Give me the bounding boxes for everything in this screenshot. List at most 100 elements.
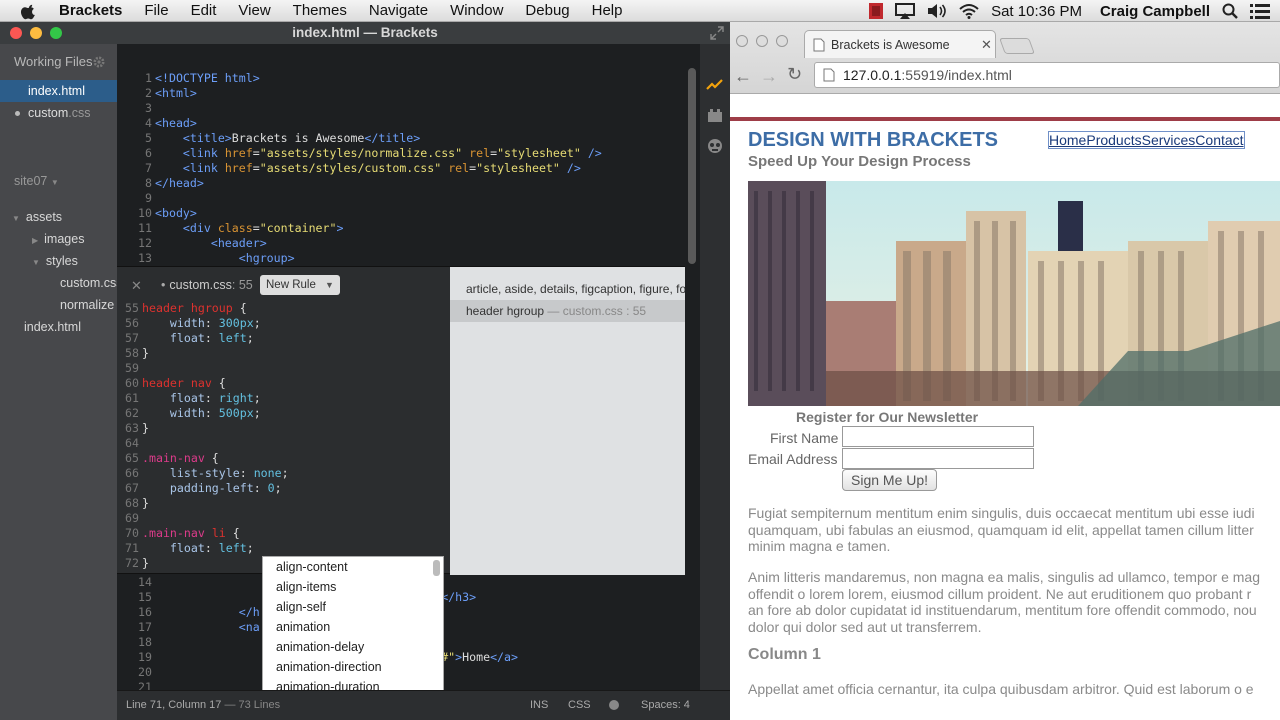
code-line[interactable]: 65 .main-nav { xyxy=(117,451,289,466)
theseus-debugger-icon[interactable] xyxy=(706,137,724,155)
menu-themes[interactable]: Themes xyxy=(282,0,358,22)
tree-file-normalize-css[interactable]: normalize xyxy=(60,298,114,312)
language-selector[interactable]: CSS xyxy=(568,691,591,719)
code-text[interactable]: float: left; xyxy=(142,541,254,555)
code-hint-item[interactable]: align-self xyxy=(263,597,443,617)
code-line[interactable]: 3 xyxy=(117,101,602,116)
code-text[interactable]: header hgroup { xyxy=(142,301,247,315)
menu-view[interactable]: View xyxy=(227,0,281,22)
code-line[interactable]: 64 xyxy=(117,436,289,451)
linter-status-icon[interactable] xyxy=(609,700,619,710)
apple-icon[interactable] xyxy=(20,2,38,20)
code-line[interactable]: 61 float: right; xyxy=(117,391,289,406)
inline-file-link[interactable]: • custom.css: 55 xyxy=(161,278,253,292)
code-text[interactable]: list-style: none; xyxy=(142,466,289,480)
volume-icon[interactable] xyxy=(927,3,947,19)
tree-folder-assets[interactable]: ▼ assets xyxy=(12,210,62,224)
address-bar[interactable]: 127.0.0.1:55919/index.html xyxy=(814,62,1280,88)
code-text[interactable]: } xyxy=(142,346,149,360)
code-line[interactable]: 56 width: 300px; xyxy=(117,316,289,331)
code-line[interactable]: 59 xyxy=(117,361,289,376)
code-text[interactable]: </head> xyxy=(155,176,204,190)
code-text[interactable]: <!DOCTYPE html> xyxy=(155,71,260,85)
inline-code-lines[interactable]: 55 header hgroup {56 width: 300px; 57 floa… xyxy=(117,301,289,571)
email-input[interactable] xyxy=(842,448,1034,469)
code-text[interactable]: } xyxy=(142,496,149,510)
code-line[interactable]: 11 <div class="container"> xyxy=(117,221,602,236)
code-line[interactable]: 9 xyxy=(117,191,602,206)
nav-link-contact[interactable]: Contact xyxy=(1195,132,1243,148)
code-line[interactable]: 7 <link href="assets/styles/custom.css" … xyxy=(117,161,602,176)
notification-list-icon[interactable] xyxy=(1250,3,1270,19)
flag-icon[interactable] xyxy=(869,3,884,19)
code-text[interactable]: .main-nav { xyxy=(142,451,219,465)
code-line[interactable]: 55 header hgroup { xyxy=(117,301,289,316)
code-text[interactable]: .main-nav li { xyxy=(142,526,240,540)
code-text[interactable]: width: 300px; xyxy=(142,316,261,330)
code-line[interactable]: 68} xyxy=(117,496,289,511)
code-text[interactable]: float: left; xyxy=(142,331,254,345)
menu-app-name[interactable]: Brackets xyxy=(48,0,133,22)
menu-debug[interactable]: Debug xyxy=(514,0,580,22)
code-lines-top[interactable]: 1 <!DOCTYPE html> 2 <html> 3 4 <head> 5 <title>… xyxy=(117,71,602,266)
new-tab-button[interactable] xyxy=(999,38,1035,54)
code-line[interactable]: 57 float: left; xyxy=(117,331,289,346)
menu-window[interactable]: Window xyxy=(439,0,514,22)
code-line[interactable]: 4 <head> xyxy=(117,116,602,131)
code-line[interactable]: 10 <body> xyxy=(117,206,602,221)
rule-item[interactable]: article, aside, details, figcaption, fig… xyxy=(450,278,685,300)
code-hint-item[interactable]: align-items xyxy=(263,577,443,597)
fullscreen-icon[interactable] xyxy=(710,26,724,40)
rule-item-selected[interactable]: header hgroup — custom.css : 55 xyxy=(450,300,685,322)
code-line[interactable]: 69 xyxy=(117,511,289,526)
menu-help[interactable]: Help xyxy=(581,0,634,22)
code-text[interactable]: <na xyxy=(155,620,260,634)
back-arrow-icon[interactable]: ← xyxy=(734,66,752,87)
code-line[interactable]: 70 .main-nav li { xyxy=(117,526,289,541)
user-name[interactable]: Craig Campbell xyxy=(1100,3,1210,20)
minimize-window-button[interactable] xyxy=(30,27,42,39)
nav-link-products[interactable]: Products xyxy=(1086,132,1141,148)
nav-link-home[interactable]: Home xyxy=(1049,132,1086,148)
zoom-window-button[interactable] xyxy=(50,27,62,39)
spotlight-search-icon[interactable] xyxy=(1222,3,1238,19)
new-rule-button[interactable]: New Rule ▼ xyxy=(260,275,340,295)
code-hint-item[interactable]: animation-direction xyxy=(263,657,443,677)
menu-file[interactable]: File xyxy=(133,0,179,22)
gear-icon[interactable] xyxy=(92,55,106,69)
code-line[interactable]: 58} xyxy=(117,346,289,361)
menu-edit[interactable]: Edit xyxy=(180,0,228,22)
code-line[interactable]: 60 header nav { xyxy=(117,376,289,391)
tree-file-custom-css[interactable]: custom.css xyxy=(60,276,117,290)
code-line[interactable]: 63} xyxy=(117,421,289,436)
code-text[interactable]: <body> xyxy=(155,206,197,220)
code-line[interactable]: 8 </head> xyxy=(117,176,602,191)
code-text[interactable]: <div class="container"> xyxy=(155,221,344,235)
working-file-custom-css[interactable]: custom.css xyxy=(0,102,117,124)
overwrite-toggle[interactable]: INS xyxy=(530,691,548,719)
editor-scrollbar[interactable] xyxy=(688,68,696,264)
code-line[interactable]: 62 width: 500px; xyxy=(117,406,289,421)
first-name-input[interactable] xyxy=(842,426,1034,447)
code-text[interactable]: <link href="assets/styles/normalize.css"… xyxy=(155,146,602,160)
code-line[interactable]: 1 <!DOCTYPE html> xyxy=(117,71,602,86)
working-file-index-html[interactable]: index.html xyxy=(0,80,117,102)
code-hint-item[interactable]: animation-delay xyxy=(263,637,443,657)
browser-zoom-button[interactable] xyxy=(776,35,788,47)
tree-folder-images[interactable]: ▶ images xyxy=(32,232,84,246)
code-line[interactable]: 13 <hgroup> xyxy=(117,251,602,266)
code-line[interactable]: 12 <header> xyxy=(117,236,602,251)
live-preview-icon[interactable] xyxy=(706,76,724,94)
airplay-icon[interactable] xyxy=(895,3,916,19)
close-tab-icon[interactable]: ✕ xyxy=(981,31,992,59)
code-line[interactable]: 66 list-style: none; xyxy=(117,466,289,481)
code-text[interactable]: } xyxy=(142,421,149,435)
code-text[interactable]: header nav { xyxy=(142,376,226,390)
code-text[interactable]: width: 500px; xyxy=(142,406,261,420)
wifi-icon[interactable] xyxy=(959,3,979,19)
code-text[interactable]: <html> xyxy=(155,86,197,100)
browser-tab[interactable]: Brackets is Awesome ✕ xyxy=(804,30,996,58)
code-text[interactable]: <title>Brackets is Awesome</title> xyxy=(155,131,420,145)
code-hint-item[interactable]: align-content xyxy=(263,557,443,577)
inline-code-area[interactable]: 55 header hgroup {56 width: 300px; 57 floa… xyxy=(117,301,450,573)
